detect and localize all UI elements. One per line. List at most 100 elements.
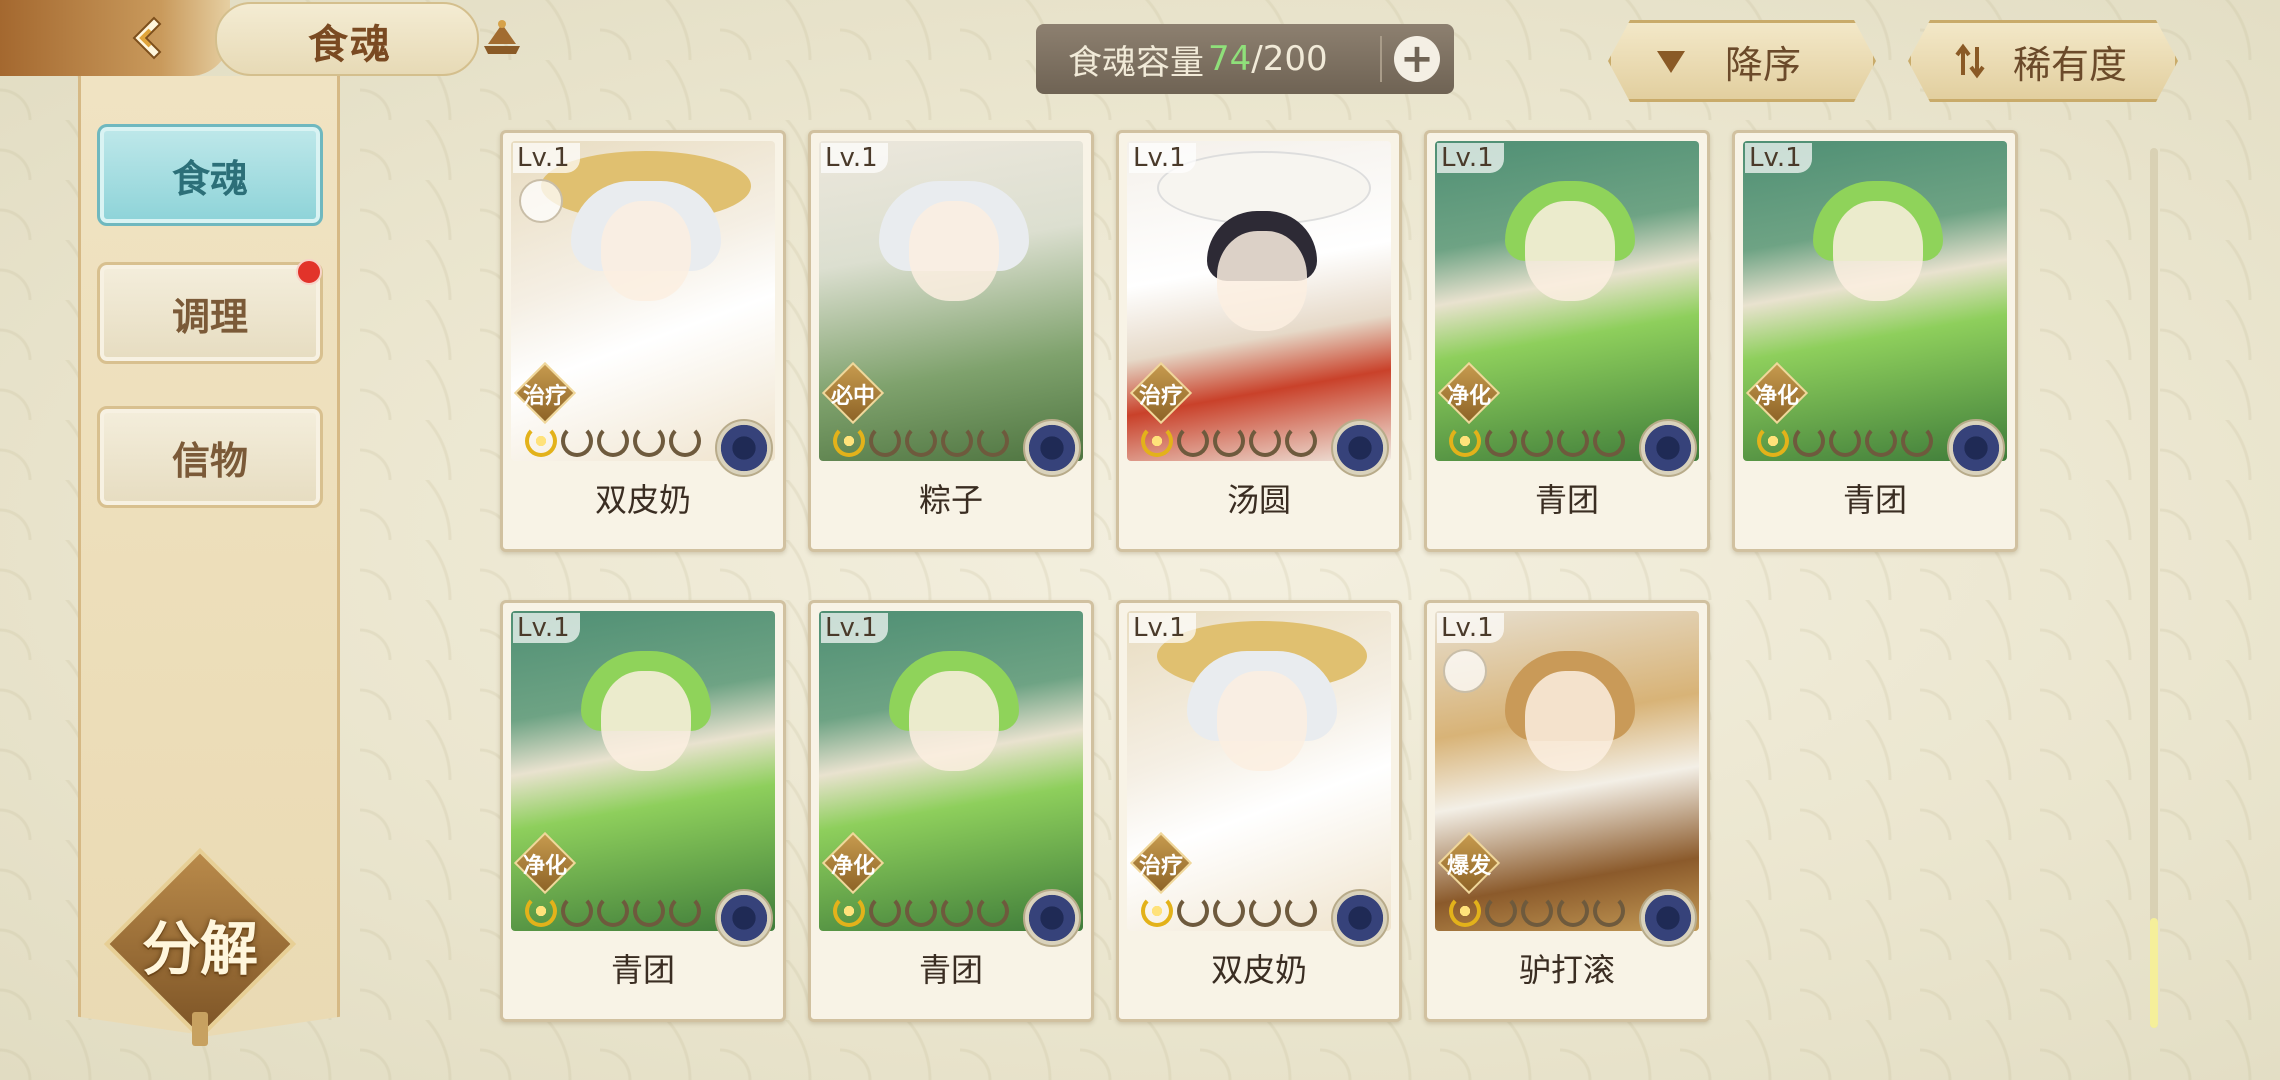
flame-star-icon	[1593, 895, 1625, 927]
flame-star-icon	[1141, 895, 1173, 927]
sort-arrows-icon	[1951, 41, 1991, 81]
star-rating	[1141, 895, 1317, 927]
element-emblem-icon	[1331, 419, 1389, 477]
element-emblem-icon	[1023, 889, 1081, 947]
sort-rarity-label: 稀有度	[2013, 42, 2128, 87]
level-label: Lv.1	[1745, 143, 1812, 173]
flame-star-icon	[1177, 895, 1209, 927]
card-name: 双皮奶	[594, 481, 691, 519]
flame-star-icon	[1285, 425, 1317, 457]
level-label: Lv.1	[821, 613, 888, 643]
tab-label: 食魂	[171, 156, 248, 201]
tassel-icon	[192, 1012, 208, 1046]
decompose-button[interactable]: 分解	[103, 847, 297, 1046]
card-name: 青团	[610, 951, 675, 989]
flame-star-icon	[1557, 895, 1589, 927]
food-soul-card[interactable]: Lv.1 净化 青团	[1732, 130, 2018, 552]
flame-star-icon	[1521, 425, 1553, 457]
flame-star-icon	[1593, 425, 1625, 457]
triangle-down-icon	[1651, 41, 1691, 81]
level-label: Lv.1	[1437, 613, 1504, 643]
flame-star-icon	[561, 425, 593, 457]
food-soul-card[interactable]: Lv.1 必中 粽子	[808, 130, 1094, 552]
capacity-bar: 食魂容量 74 /200 +	[1036, 24, 1454, 94]
role-label: 净化	[522, 854, 567, 879]
food-soul-card[interactable]: Lv.1 净化 青团	[808, 600, 1094, 1022]
flame-star-icon	[977, 895, 1009, 927]
star-rating	[525, 425, 701, 457]
back-button[interactable]	[0, 0, 230, 76]
level-label: Lv.1	[1129, 613, 1196, 643]
food-soul-card[interactable]: Lv.1 净化 青团	[1424, 130, 1710, 552]
scrollbar[interactable]	[2150, 148, 2158, 1028]
food-soul-card[interactable]: Lv.1 爆发 驴打滚	[1424, 600, 1710, 1022]
flame-star-icon	[1521, 895, 1553, 927]
star-rating	[1449, 895, 1625, 927]
sort-rarity-button[interactable]: 稀有度	[1908, 20, 2178, 102]
tab-food-soul[interactable]: 食魂	[97, 124, 323, 226]
flame-star-icon	[1901, 425, 1933, 457]
flame-star-icon	[977, 425, 1009, 457]
role-label: 净化	[1446, 384, 1491, 409]
back-arrow-icon	[132, 16, 162, 60]
role-label: 治疗	[1138, 384, 1183, 409]
star-rating	[833, 895, 1009, 927]
flame-star-icon	[1249, 895, 1281, 927]
flame-star-icon	[905, 895, 937, 927]
role-label: 净化	[830, 854, 875, 879]
role-label: 治疗	[522, 384, 567, 409]
element-emblem-icon	[1639, 419, 1697, 477]
tab-label: 调理	[171, 294, 248, 339]
flame-star-icon	[1213, 895, 1245, 927]
card-name: 青团	[1534, 481, 1599, 519]
page-title: 食魂	[308, 22, 392, 68]
divider	[1380, 36, 1382, 82]
decompose-label: 分解	[141, 915, 258, 983]
role-badge: 治疗	[513, 361, 577, 425]
scrollbar-thumb[interactable]	[2150, 918, 2158, 1028]
flame-star-icon	[669, 895, 701, 927]
tab-label: 信物	[171, 438, 248, 483]
tab-token[interactable]: 信物	[97, 406, 323, 508]
level-label: Lv.1	[513, 143, 580, 173]
food-soul-card[interactable]: Lv.1 治疗双皮奶	[500, 130, 786, 552]
flame-star-icon	[941, 895, 973, 927]
level-label: Lv.1	[1129, 143, 1196, 173]
star-rating	[833, 425, 1009, 457]
level-label: Lv.1	[513, 613, 580, 643]
card-name: 双皮奶	[1210, 951, 1307, 989]
lock-icon	[1443, 649, 1487, 693]
card-name: 粽子	[918, 481, 983, 519]
flame-star-icon	[905, 425, 937, 457]
role-badge: 净化	[513, 831, 577, 895]
flame-star-icon	[561, 895, 593, 927]
element-emblem-icon	[715, 419, 773, 477]
capacity-count: 74	[1208, 39, 1252, 79]
flame-star-icon	[525, 895, 557, 927]
food-soul-card[interactable]: Lv.1 治疗 双皮奶	[1116, 600, 1402, 1022]
food-soul-card[interactable]: Lv.1 治疗 汤圆	[1116, 130, 1402, 552]
star-rating	[1757, 425, 1933, 457]
sort-order-label: 降序	[1725, 42, 1802, 87]
element-emblem-icon	[715, 889, 773, 947]
flame-star-icon	[1449, 895, 1481, 927]
element-emblem-icon	[1023, 419, 1081, 477]
flame-star-icon	[525, 425, 557, 457]
role-badge: 净化	[1437, 361, 1501, 425]
flame-star-icon	[597, 895, 629, 927]
flame-star-icon	[1793, 425, 1825, 457]
flame-star-icon	[669, 425, 701, 457]
crown-icon	[484, 20, 520, 54]
flame-star-icon	[633, 425, 665, 457]
tab-cultivate[interactable]: 调理	[97, 259, 323, 364]
role-label: 必中	[830, 384, 875, 409]
sort-order-button[interactable]: 降序	[1608, 20, 1876, 102]
plus-icon[interactable]: +	[1394, 36, 1440, 82]
food-soul-card[interactable]: Lv.1 净化青团	[500, 600, 786, 1022]
flame-star-icon	[1285, 895, 1317, 927]
flame-star-icon	[1485, 425, 1517, 457]
flame-star-icon	[1249, 425, 1281, 457]
flame-star-icon	[1141, 425, 1173, 457]
card-name: 青团	[1842, 481, 1907, 519]
star-rating	[525, 895, 701, 927]
